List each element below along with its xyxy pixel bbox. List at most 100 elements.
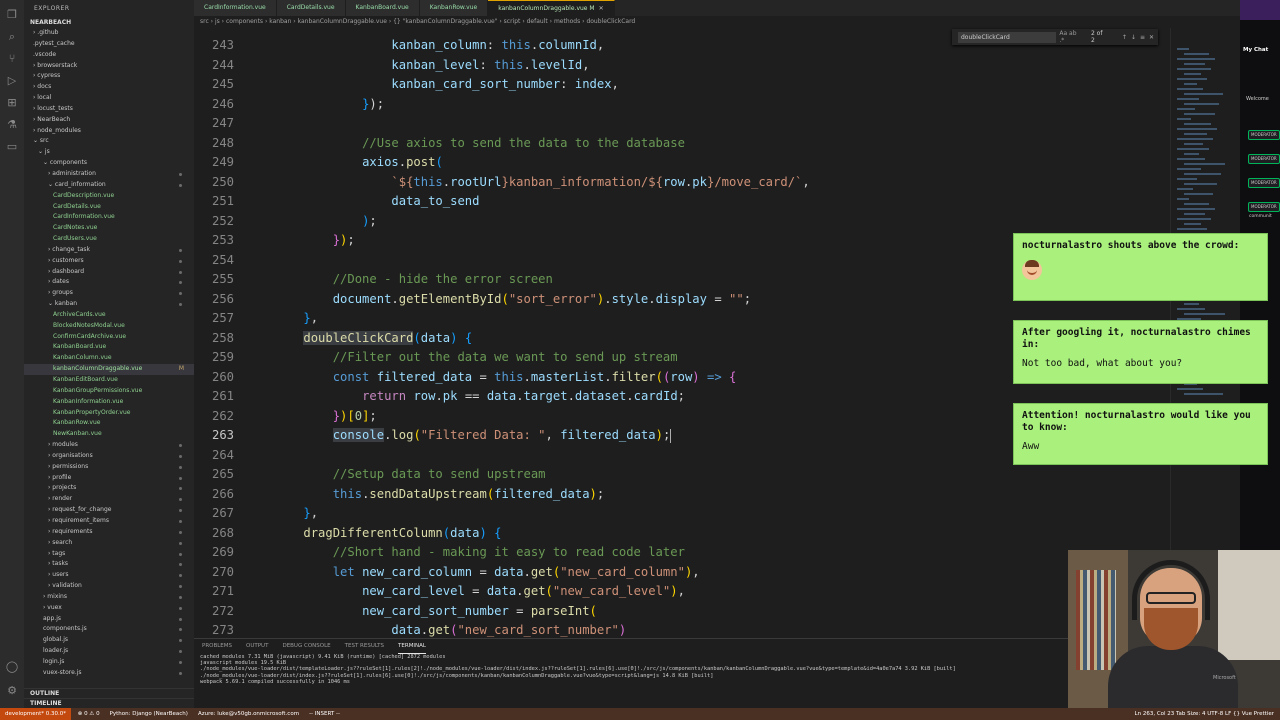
file-item[interactable]: ConfirmCardArchive.vue (24, 332, 194, 343)
file-item[interactable]: CardDetails.vue (24, 202, 194, 213)
folder-item[interactable]: ⌄ card_information (24, 180, 194, 191)
folder-item[interactable]: › .github (24, 28, 194, 39)
code-line[interactable]: 244 kanban_level: this.levelId, (194, 56, 1170, 76)
folder-item[interactable]: › locust_tests (24, 104, 194, 115)
folder-item[interactable]: ⌄ js (24, 147, 194, 158)
tab-1[interactable]: CardDetails.vue (276, 0, 346, 16)
file-item[interactable]: KanbanInformation.vue (24, 397, 194, 408)
outline-section[interactable]: OUTLINE (24, 688, 194, 698)
code-line[interactable]: 267 }, (194, 504, 1170, 524)
folder-item[interactable]: › change_task (24, 245, 194, 256)
panel-tab[interactable]: DEBUG CONSOLE (282, 639, 330, 654)
folder-item[interactable]: login.js (24, 657, 194, 668)
code-line[interactable]: 271 new_card_level = data.get("new_card_… (194, 582, 1170, 602)
folder-item[interactable]: › docs (24, 82, 194, 93)
extensions-icon[interactable]: ⊞ (5, 96, 19, 110)
file-item[interactable]: KanbanColumn.vue (24, 353, 194, 364)
run-debug-icon[interactable]: ▷ (5, 74, 19, 88)
code-line[interactable]: 268 dragDifferentColumn(data) { (194, 524, 1170, 544)
file-item[interactable]: KanbanRow.vue (24, 418, 194, 429)
folder-item[interactable]: › dates (24, 277, 194, 288)
timeline-section[interactable]: TIMELINE (24, 698, 194, 708)
folder-item[interactable]: › node_modules (24, 126, 194, 137)
code-line[interactable]: 249 axios.post( (194, 153, 1170, 173)
remote-explorer-icon[interactable]: ▭ (5, 140, 19, 154)
code-line[interactable]: 251 data_to_send (194, 192, 1170, 212)
file-item[interactable]: KanbanGroupPermissions.vue (24, 386, 194, 397)
code-line[interactable]: 266 this.sendDataUpstream(filtered_data)… (194, 485, 1170, 505)
code-line[interactable]: 270 let new_card_column = data.get("new_… (194, 563, 1170, 583)
tab-3[interactable]: KanbanRow.vue (419, 0, 489, 16)
folder-item[interactable]: › browserstack (24, 61, 194, 72)
file-item[interactable]: KanbanBoard.vue (24, 342, 194, 353)
tab-0[interactable]: CardInformation.vue (194, 0, 277, 16)
code-line[interactable]: 248 //Use axios to send the data to the … (194, 134, 1170, 154)
folder-item[interactable]: › NearBeach (24, 115, 194, 126)
folder-item[interactable]: .pytest_cache (24, 39, 194, 50)
breadcrumb[interactable]: src › js › components › kanban › kanbanC… (194, 16, 954, 28)
folder-item[interactable]: › profile (24, 473, 194, 484)
folder-item[interactable]: › organisations (24, 451, 194, 462)
file-item[interactable]: KanbanEditBoard.vue (24, 375, 194, 386)
folder-item[interactable]: › vuex (24, 603, 194, 614)
folder-item[interactable]: › administration (24, 169, 194, 180)
folder-item[interactable]: › mixins (24, 592, 194, 603)
folder-item[interactable]: app.js (24, 614, 194, 625)
status-item[interactable]: ⊗ 0 ⚠ 0 (73, 708, 105, 720)
explorer-icon[interactable]: ❐ (5, 8, 19, 22)
folder-item[interactable]: › local (24, 93, 194, 104)
status-item[interactable]: -- INSERT -- (304, 708, 345, 720)
code-line[interactable]: 245 kanban_card_sort_number: index, (194, 75, 1170, 95)
folder-item[interactable]: vuex-store.js (24, 668, 194, 679)
code-line[interactable]: 265 //Setup data to send upstream (194, 465, 1170, 485)
tab-4[interactable]: kanbanColumnDraggable.vue M ✕ (488, 0, 615, 16)
folder-item[interactable]: › requirements (24, 527, 194, 538)
account-icon[interactable]: ◯ (5, 660, 19, 674)
folder-item[interactable]: › projects (24, 483, 194, 494)
folder-item[interactable]: › customers (24, 256, 194, 267)
folder-item[interactable]: › search (24, 538, 194, 549)
folder-item[interactable]: .vscode (24, 50, 194, 61)
panel-tab[interactable]: OUTPUT (246, 639, 268, 654)
panel-tab[interactable]: PROBLEMS (202, 639, 232, 654)
code-line[interactable]: 246 }); (194, 95, 1170, 115)
search-icon[interactable]: ⌕ (5, 30, 19, 44)
file-item[interactable]: CardNotes.vue (24, 223, 194, 234)
find-options[interactable]: Aa ab .* (1059, 30, 1083, 44)
project-root[interactable]: NEARBEACH (24, 18, 194, 28)
code-line[interactable]: 272 new_card_sort_number = parseInt( (194, 602, 1170, 622)
code-line[interactable]: 269 //Short hand - making it easy to rea… (194, 543, 1170, 563)
file-item[interactable]: KanbanPropertyOrder.vue (24, 408, 194, 419)
file-item[interactable]: ArchiveCards.vue (24, 310, 194, 321)
folder-item[interactable]: › modules (24, 440, 194, 451)
folder-item[interactable]: loader.js (24, 646, 194, 657)
find-input[interactable]: doubleClickCard (958, 31, 1057, 43)
file-item[interactable]: NewKanban.vue (24, 429, 194, 440)
folder-item[interactable]: › tasks (24, 559, 194, 570)
file-item[interactable]: kanbanColumnDraggable.vue M (24, 364, 194, 375)
folder-item[interactable]: › request_for_change (24, 505, 194, 516)
status-item[interactable]: Python: Django (NearBeach) (105, 708, 193, 720)
folder-item[interactable]: › permissions (24, 462, 194, 473)
file-item[interactable]: CardDescription.vue (24, 191, 194, 202)
file-item[interactable]: CardUsers.vue (24, 234, 194, 245)
code-line[interactable]: 250 `${this.rootUrl}kanban_information/$… (194, 173, 1170, 193)
folder-item[interactable]: ⌄ src (24, 136, 194, 147)
folder-item[interactable]: › validation (24, 581, 194, 592)
folder-item[interactable]: › cypress (24, 71, 194, 82)
close-icon[interactable]: ✕ (599, 5, 604, 12)
find-nav-buttons[interactable]: ↑↓≡✕ (1122, 34, 1158, 41)
source-control-icon[interactable]: ⑂ (5, 52, 19, 66)
file-item[interactable]: CardInformation.vue (24, 212, 194, 223)
folder-item[interactable]: ⌄ components (24, 158, 194, 169)
code-line[interactable]: 273 data.get("new_card_sort_number") (194, 621, 1170, 638)
status-item[interactable]: Azure: luke@v50gb.onmicrosoft.com (193, 708, 304, 720)
panel-tab[interactable]: TERMINAL (398, 639, 426, 654)
folder-item[interactable]: ⌄ kanban (24, 299, 194, 310)
folder-item[interactable]: › groups (24, 288, 194, 299)
tab-2[interactable]: KanbanBoard.vue (345, 0, 420, 16)
folder-item[interactable]: › requirement_items (24, 516, 194, 527)
folder-item[interactable]: › dashboard (24, 267, 194, 278)
cursor-position-status[interactable]: Ln 263, Col 23 Tab Size: 4 UTF-8 LF {} V… (1135, 708, 1274, 720)
folder-item[interactable]: › render (24, 494, 194, 505)
